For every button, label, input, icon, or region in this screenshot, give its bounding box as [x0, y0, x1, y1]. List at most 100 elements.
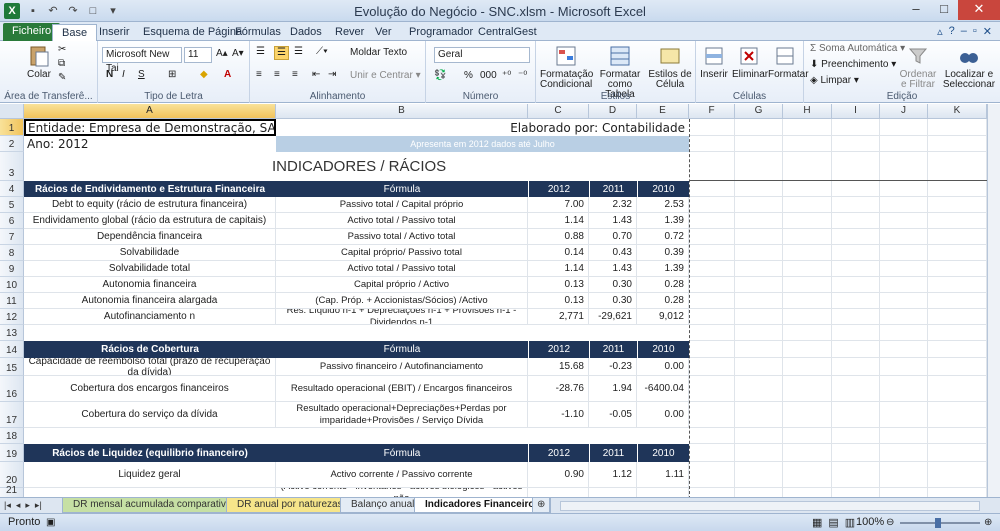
- grid-cell[interactable]: [880, 277, 928, 293]
- align-center-icon[interactable]: ≡: [274, 70, 280, 80]
- grid-cell[interactable]: [880, 462, 928, 488]
- grid-cell[interactable]: [928, 229, 987, 245]
- table1-row-value[interactable]: -29,621: [589, 309, 637, 325]
- table2-row-formula[interactable]: Resultado operacional (EBIT) / Encargos …: [276, 376, 528, 402]
- grid-cell[interactable]: [880, 488, 928, 497]
- table1-row-value[interactable]: 0.72: [637, 229, 689, 245]
- note-cell[interactable]: Apresenta em 2012 dados até Julho: [276, 136, 689, 152]
- grid-cell[interactable]: [832, 213, 880, 229]
- tab-centralgest[interactable]: CentralGest: [469, 24, 546, 41]
- row-header-1[interactable]: 1: [0, 119, 24, 136]
- table1-row-name[interactable]: Solvabilidade total: [24, 261, 276, 277]
- grid-cell[interactable]: [735, 462, 783, 488]
- row-header-9[interactable]: 9: [0, 261, 24, 277]
- grid-cell[interactable]: [928, 358, 987, 376]
- table2-row-value[interactable]: -0.23: [589, 358, 637, 376]
- grid-cell[interactable]: [689, 488, 735, 497]
- grid-cell[interactable]: [880, 358, 928, 376]
- table1-row-value[interactable]: 9,012: [637, 309, 689, 325]
- tab-insert[interactable]: Inserir: [90, 24, 139, 41]
- grid-cell[interactable]: [689, 136, 735, 152]
- table1-row-value[interactable]: 7.00: [528, 197, 589, 213]
- column-header-g[interactable]: G: [735, 104, 783, 119]
- entity-cell[interactable]: Entidade: Empresa de Demonstração, SA: [24, 119, 276, 136]
- grid-cell[interactable]: [880, 181, 928, 197]
- grid-cell[interactable]: [832, 261, 880, 277]
- grid-cell[interactable]: [783, 488, 832, 497]
- align-top-icon[interactable]: ☰: [256, 47, 265, 57]
- grid-cell[interactable]: [832, 309, 880, 325]
- table2-year-header[interactable]: 2011: [589, 341, 637, 358]
- autosum-button[interactable]: Σ Soma Automática ▾: [810, 44, 905, 54]
- cell-styles-button[interactable]: Estilos de Célula: [648, 44, 692, 90]
- table1-row-name[interactable]: Autonomia financeira alargada: [24, 293, 276, 309]
- font-size-select[interactable]: 11: [184, 47, 212, 63]
- align-middle-icon[interactable]: ☰: [274, 46, 289, 60]
- grid-cell[interactable]: [832, 277, 880, 293]
- table1-row-value[interactable]: 0.13: [528, 293, 589, 309]
- table2-row-name[interactable]: Cobertura dos encargos financeiros: [24, 376, 276, 402]
- table2-row-value[interactable]: -6400.04: [637, 376, 689, 402]
- grid-cell[interactable]: [832, 293, 880, 309]
- year-cell[interactable]: Ano: 2012: [24, 136, 276, 152]
- grid-cell[interactable]: [689, 462, 735, 488]
- orientation-icon[interactable]: ⟋▾: [316, 47, 328, 57]
- grid-cell[interactable]: [928, 136, 987, 152]
- grid-cell[interactable]: [832, 358, 880, 376]
- percent-button[interactable]: %: [464, 71, 473, 81]
- table2-row-name[interactable]: Cobertura do serviço da dívida: [24, 402, 276, 428]
- table1-row-value[interactable]: 2,771: [528, 309, 589, 325]
- table1-row-formula[interactable]: (Cap. Próp. + Accionistas/Sócios) /Activ…: [276, 293, 528, 309]
- table1-row-value[interactable]: 0.30: [589, 293, 637, 309]
- font-name-select[interactable]: Microsoft New Tai: [102, 47, 182, 74]
- row-header-11[interactable]: 11: [0, 293, 24, 309]
- grid-cell[interactable]: [832, 402, 880, 428]
- grid-cell[interactable]: [735, 358, 783, 376]
- grid-cell[interactable]: [880, 293, 928, 309]
- table2-formula-header[interactable]: Fórmula: [276, 341, 528, 358]
- grid-cell[interactable]: [783, 325, 832, 341]
- copy-icon[interactable]: ⧉: [58, 59, 65, 69]
- view-buttons[interactable]: ▦▤▥: [812, 516, 861, 529]
- table1-row-name[interactable]: Endividamento global (rácio da estrutura…: [24, 213, 276, 229]
- grid-cell[interactable]: [735, 197, 783, 213]
- next-sheet-icon[interactable]: ▸: [25, 500, 30, 511]
- format-painter-icon[interactable]: ✎: [58, 73, 66, 83]
- grid-cell[interactable]: [783, 136, 832, 152]
- row-header-13[interactable]: 13: [0, 325, 24, 341]
- row-header-5[interactable]: 5: [0, 197, 24, 213]
- grid-cell[interactable]: [880, 341, 928, 358]
- grid-cell[interactable]: [689, 341, 735, 358]
- grid-cell[interactable]: [783, 358, 832, 376]
- table1-row-name[interactable]: Debt to equity (rácio de estrutura finan…: [24, 197, 276, 213]
- grid-cell[interactable]: [928, 376, 987, 402]
- table1-row-value[interactable]: 0.14: [528, 245, 589, 261]
- grid-cell[interactable]: [832, 428, 880, 444]
- wrap-text-button[interactable]: Moldar Texto: [350, 48, 407, 58]
- table3-row-value[interactable]: 1.12: [589, 462, 637, 488]
- grid-cell[interactable]: [783, 181, 832, 197]
- row-header-6[interactable]: 6: [0, 213, 24, 229]
- grid-cell[interactable]: [832, 152, 880, 181]
- grid-cell[interactable]: [735, 444, 783, 462]
- increase-decimal-icon[interactable]: ⁺⁰: [502, 71, 511, 81]
- insert-cells-button[interactable]: Inserir: [698, 44, 730, 80]
- grid-cell[interactable]: [880, 245, 928, 261]
- number-format-select[interactable]: Geral: [434, 47, 530, 63]
- delete-cells-button[interactable]: Eliminar: [732, 44, 768, 80]
- grid-cell[interactable]: [735, 213, 783, 229]
- table1-row-value[interactable]: 2.32: [589, 197, 637, 213]
- grid-cell[interactable]: [689, 229, 735, 245]
- grid-cell[interactable]: [735, 341, 783, 358]
- grid-cell[interactable]: [880, 261, 928, 277]
- grid-cell[interactable]: [783, 197, 832, 213]
- table2-row-value[interactable]: -1.10: [528, 402, 589, 428]
- zoom-level[interactable]: 100%: [856, 516, 884, 528]
- grid-cell[interactable]: [783, 119, 832, 136]
- grid-cell[interactable]: [783, 261, 832, 277]
- table1-row-name[interactable]: Autonomia financeira: [24, 277, 276, 293]
- table1-formula-header[interactable]: Fórmula: [276, 181, 528, 197]
- table2-year-header[interactable]: 2010: [637, 341, 689, 358]
- grid-cell[interactable]: [689, 293, 735, 309]
- grid-cell[interactable]: [689, 245, 735, 261]
